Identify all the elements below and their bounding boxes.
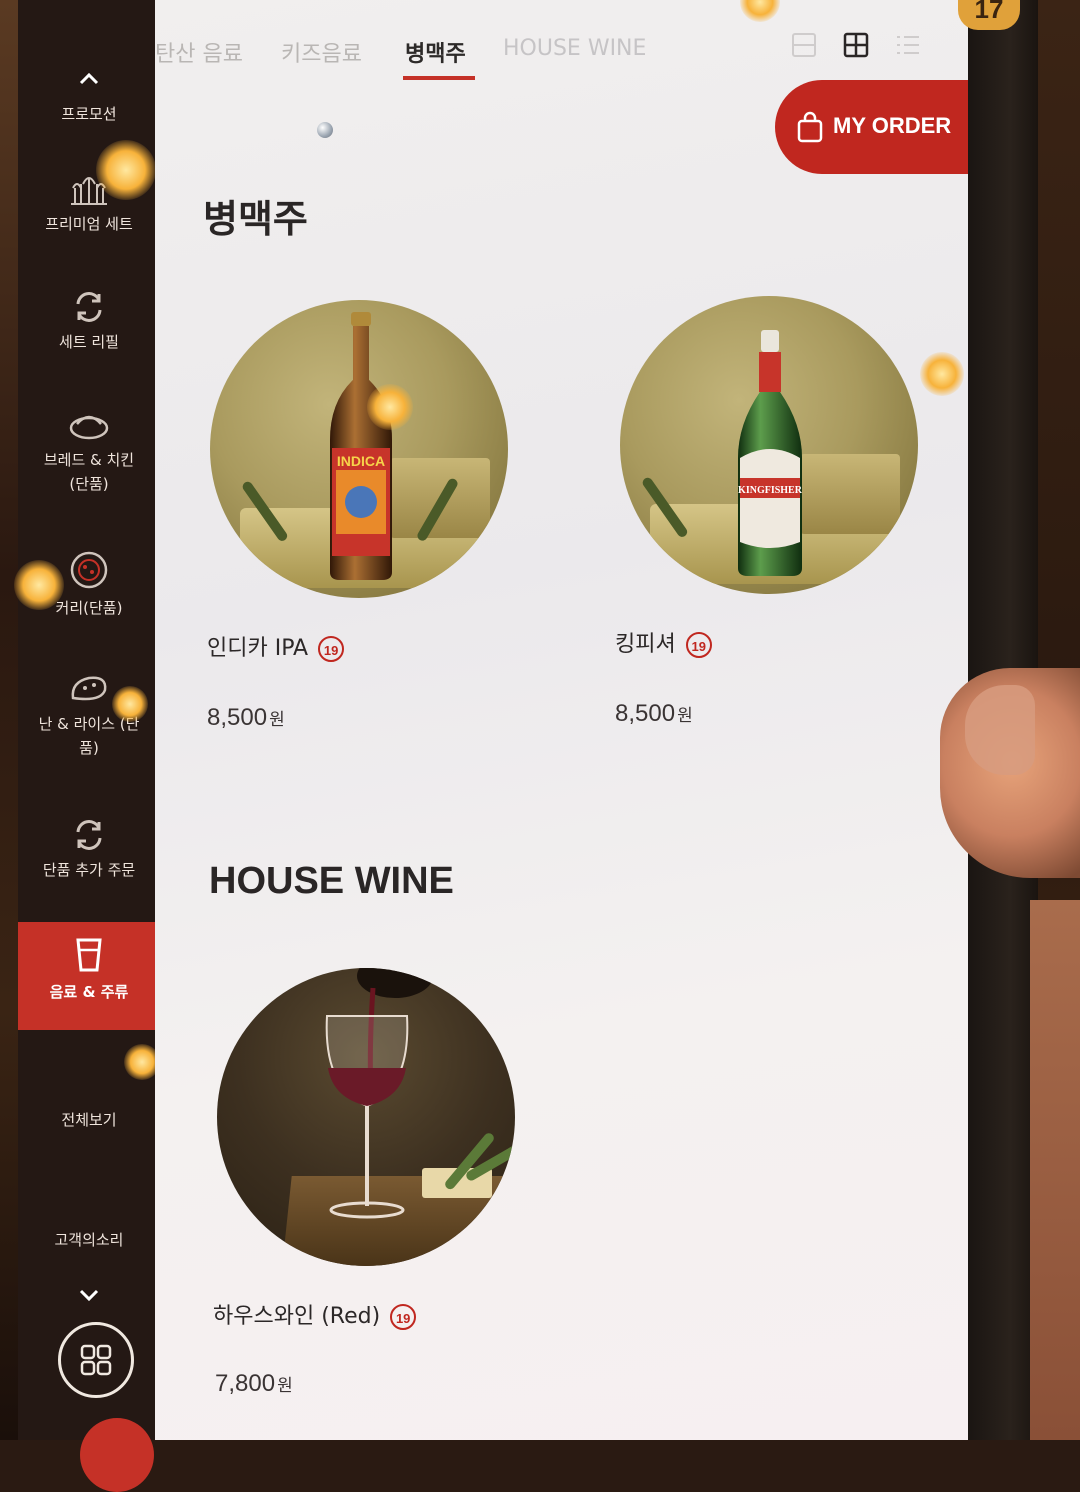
sidebar-item-label-line2: (단품) bbox=[69, 475, 109, 493]
bokeh-light bbox=[14, 560, 64, 610]
sidebar-item-label-line2: 품) bbox=[79, 739, 99, 757]
sidebar-item-set-refill[interactable]: 세트 리필 bbox=[18, 290, 160, 354]
price-currency: 원 bbox=[277, 1376, 293, 1395]
product-name-text: 킹피셔 bbox=[615, 632, 676, 657]
my-order-button[interactable]: MY ORDER bbox=[775, 80, 970, 174]
sidebar-item-customer-voice[interactable]: 고객의소리 bbox=[18, 1228, 160, 1252]
kingfisher-bottle-icon: KINGFISHER bbox=[738, 330, 803, 576]
bokeh-light bbox=[367, 384, 413, 430]
sidebar-item-additional-order[interactable]: 단품 추가 주문 bbox=[18, 818, 160, 882]
sidebar-item-promotion[interactable]: 프로모션 bbox=[18, 102, 160, 126]
bottle-label-text: INDICA bbox=[337, 453, 385, 469]
bread-icon bbox=[69, 415, 109, 440]
refresh-icon bbox=[76, 292, 102, 322]
section-title-beer: 병맥주 bbox=[203, 197, 308, 241]
price-value: 8,500 bbox=[615, 700, 676, 727]
product-name-text: 하우스와인 (Red) bbox=[213, 1304, 381, 1329]
pedestal bbox=[800, 454, 900, 534]
hand bbox=[1030, 900, 1080, 1440]
naan-icon bbox=[71, 676, 107, 701]
tab-house-wine[interactable]: HOUSE WINE bbox=[503, 36, 646, 61]
product-price: 8,500 원 bbox=[615, 700, 693, 728]
product-name[interactable]: 킹피셔 19 bbox=[615, 626, 712, 658]
price-value: 8,500 bbox=[207, 704, 268, 731]
price-value: 7,800 bbox=[215, 1370, 276, 1397]
screen-reflection-dot bbox=[317, 122, 333, 138]
refresh-icon bbox=[76, 820, 102, 850]
sidebar-item-label: 커리(단품) bbox=[55, 599, 123, 617]
bottle-label-text: KINGFISHER bbox=[738, 485, 803, 496]
product-price: 8,500 원 bbox=[207, 704, 285, 732]
bokeh-light bbox=[96, 140, 156, 200]
sidebar-item-bread-chicken[interactable]: 브레드 & 치킨 (단품) bbox=[18, 408, 160, 496]
shopping-bag-icon bbox=[797, 111, 823, 143]
bokeh-light bbox=[112, 686, 148, 722]
product-price: 7,800 원 bbox=[215, 1370, 293, 1398]
chevron-up-icon[interactable] bbox=[18, 70, 160, 89]
wine-glass-icon bbox=[325, 968, 433, 1219]
product-image-house-wine[interactable] bbox=[217, 968, 515, 1266]
list-view-icon[interactable] bbox=[895, 32, 921, 58]
call-staff-button[interactable] bbox=[80, 1418, 154, 1492]
product-name[interactable]: 하우스와인 (Red) 19 bbox=[213, 1298, 417, 1330]
sidebar-item-drinks[interactable]: 음료 & 주류 bbox=[18, 922, 160, 1030]
sidebar-item-label: 단품 추가 주문 bbox=[42, 861, 136, 879]
age-19-badge: 19 bbox=[318, 636, 345, 662]
sidebar-item-view-all[interactable]: 전체보기 bbox=[18, 1108, 160, 1132]
grid-view-icon[interactable] bbox=[843, 32, 869, 58]
indica-bottle-icon: INDICA bbox=[330, 312, 392, 580]
sidebar-item-label-line1: 브레드 & 치킨 bbox=[43, 451, 135, 469]
product-name[interactable]: 인디카 IPA 19 bbox=[207, 630, 345, 662]
age-19-badge: 19 bbox=[390, 1304, 417, 1330]
tab-kids-drinks[interactable]: 키즈음료 bbox=[281, 36, 362, 68]
price-currency: 원 bbox=[677, 706, 693, 725]
category-sidebar: 프로모션 프리미엄 세트 세트 리필 브레드 & 치킨 (단품) 커리(단품) bbox=[18, 0, 160, 1492]
product-name-text: 인디카 IPA bbox=[207, 636, 309, 661]
sidebar-item-label: 프로모션 bbox=[61, 105, 117, 123]
thumbnail bbox=[965, 685, 1035, 775]
sidebar-item-label: 음료 & 주류 bbox=[49, 983, 129, 1001]
chevron-down-icon[interactable] bbox=[18, 1288, 160, 1307]
curry-bowl-icon bbox=[70, 551, 108, 589]
bokeh-light bbox=[920, 352, 964, 396]
category-tabs: 탄산 음료 키즈음료 병맥주 HOUSE WINE bbox=[155, 30, 805, 80]
home-grid-button[interactable] bbox=[58, 1322, 134, 1398]
product-image-indica[interactable]: INDICA bbox=[210, 300, 508, 598]
tab-bottled-beer[interactable]: 병맥주 bbox=[405, 36, 466, 68]
product-image-kingfisher[interactable]: KINGFISHER bbox=[620, 296, 918, 594]
menu-screen: 탄산 음료 키즈음료 병맥주 HOUSE WINE MY ORDER 병맥주 I… bbox=[155, 0, 970, 1440]
active-tab-indicator bbox=[403, 76, 475, 80]
sidebar-item-label: 세트 리필 bbox=[59, 333, 119, 351]
tab-soda[interactable]: 탄산 음료 bbox=[155, 36, 243, 68]
grid-icon bbox=[80, 1344, 112, 1376]
sidebar-item-label: 프리미엄 세트 bbox=[45, 215, 133, 233]
price-currency: 원 bbox=[269, 710, 285, 729]
drink-cup-icon bbox=[76, 938, 102, 972]
sidebar-item-label: 고객의소리 bbox=[54, 1231, 124, 1249]
background-left bbox=[0, 0, 20, 1440]
table-number-badge: 17 bbox=[958, 0, 1020, 30]
my-order-label: MY ORDER bbox=[833, 113, 952, 138]
sidebar-item-label: 전체보기 bbox=[61, 1111, 117, 1129]
section-title-house-wine: HOUSE WINE bbox=[209, 860, 454, 902]
age-19-badge: 19 bbox=[685, 632, 712, 658]
list-large-view-icon[interactable] bbox=[791, 32, 817, 58]
